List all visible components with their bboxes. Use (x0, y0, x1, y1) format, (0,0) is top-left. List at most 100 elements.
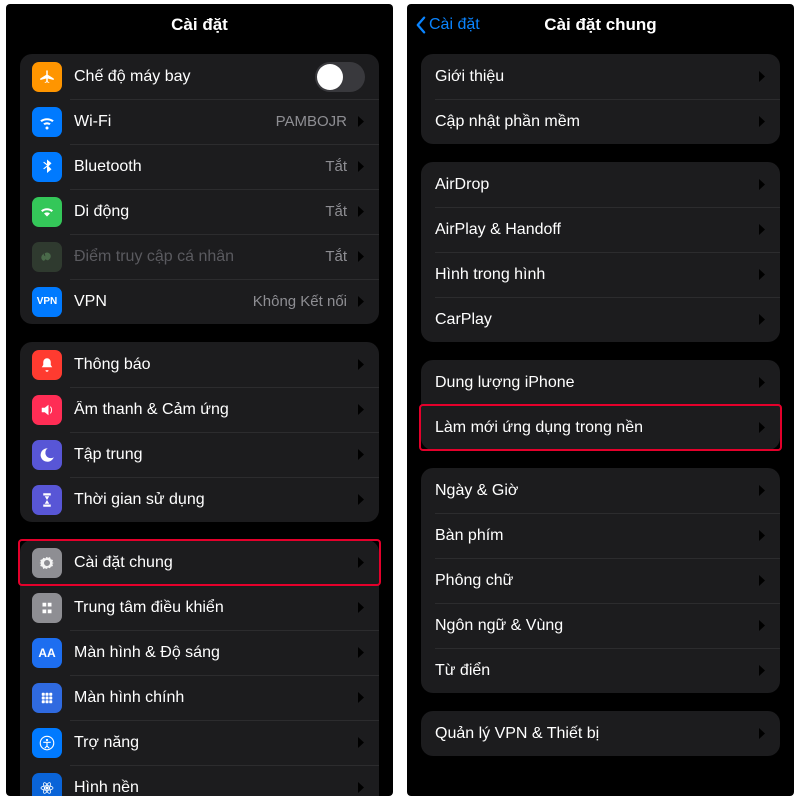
row-value: PAMBOJR (276, 113, 347, 130)
row-pip[interactable]: Hình trong hình (421, 252, 780, 297)
notifications-icon (32, 350, 62, 380)
row-storage[interactable]: Dung lượng iPhone (421, 360, 780, 405)
chevron-right-icon (357, 556, 365, 569)
row-label: Âm thanh & Cảm ứng (74, 401, 347, 419)
vpn-icon: VPN (32, 287, 62, 317)
row-label: Di động (74, 203, 319, 221)
page-title: Cài đặt (171, 15, 228, 35)
chevron-right-icon (758, 70, 766, 83)
chevron-right-icon (357, 160, 365, 173)
row-control-center[interactable]: Trung tâm điều khiển (20, 585, 379, 630)
screentime-icon (32, 485, 62, 515)
chevron-right-icon (758, 115, 766, 128)
focus-icon (32, 440, 62, 470)
chevron-right-icon (758, 223, 766, 236)
row-label: Tập trung (74, 446, 347, 464)
chevron-right-icon (357, 493, 365, 506)
page-title: Cài đặt chung (544, 15, 656, 35)
chevron-right-icon (357, 250, 365, 263)
row-label: Ngày & Giờ (435, 482, 748, 500)
chevron-right-icon (357, 448, 365, 461)
general-screen: Cài đặt Cài đặt chung Giới thiệu Cập nhậ… (407, 4, 794, 796)
row-label: Điểm truy cập cá nhân (74, 248, 319, 266)
settings-list[interactable]: Chế độ máy bay Wi-Fi PAMBOJR Bluetooth T… (6, 46, 393, 796)
row-label: Wi-Fi (74, 113, 270, 131)
nav-bar: Cài đặt Cài đặt chung (407, 4, 794, 46)
row-value: Tắt (325, 203, 347, 220)
general-list[interactable]: Giới thiệu Cập nhật phần mềm AirDrop Air… (407, 46, 794, 796)
row-label: Phông chữ (435, 572, 748, 590)
row-wallpaper[interactable]: Hình nền (20, 765, 379, 796)
wallpaper-icon (32, 773, 62, 797)
row-label: AirDrop (435, 176, 748, 194)
chevron-right-icon (758, 727, 766, 740)
chevron-right-icon (357, 736, 365, 749)
row-focus[interactable]: Tập trung (20, 432, 379, 477)
row-display[interactable]: AA Màn hình & Độ sáng (20, 630, 379, 675)
row-label: Hình nền (74, 779, 347, 797)
gear-icon (32, 548, 62, 578)
row-hotspot[interactable]: Điểm truy cập cá nhân Tắt (20, 234, 379, 279)
cellular-icon (32, 197, 62, 227)
chevron-right-icon (357, 781, 365, 794)
row-label: Cài đặt chung (74, 554, 347, 572)
locale-group: Ngày & Giờ Bàn phím Phông chữ Ngôn ngữ &… (421, 468, 780, 693)
row-label: Bàn phím (435, 527, 748, 545)
row-notifications[interactable]: Thông báo (20, 342, 379, 387)
bluetooth-icon (32, 152, 62, 182)
row-vpn[interactable]: VPN VPN Không Kết nối (20, 279, 379, 324)
display-icon: AA (32, 638, 62, 668)
row-label: Quản lý VPN & Thiết bị (435, 725, 748, 743)
chevron-right-icon (357, 295, 365, 308)
row-fonts[interactable]: Phông chữ (421, 558, 780, 603)
row-airdrop[interactable]: AirDrop (421, 162, 780, 207)
chevron-right-icon (357, 205, 365, 218)
row-language[interactable]: Ngôn ngữ & Vùng (421, 603, 780, 648)
row-label: Ngôn ngữ & Vùng (435, 617, 748, 635)
row-dictionary[interactable]: Từ điển (421, 648, 780, 693)
row-keyboard[interactable]: Bàn phím (421, 513, 780, 558)
chevron-right-icon (758, 619, 766, 632)
connectivity-group: Chế độ máy bay Wi-Fi PAMBOJR Bluetooth T… (20, 54, 379, 324)
row-accessibility[interactable]: Trợ năng (20, 720, 379, 765)
row-label: Hình trong hình (435, 266, 748, 284)
chevron-right-icon (357, 358, 365, 371)
airplane-icon (32, 62, 62, 92)
row-value: Tắt (325, 248, 347, 265)
row-datetime[interactable]: Ngày & Giờ (421, 468, 780, 513)
back-label: Cài đặt (429, 16, 480, 34)
nav-bar: Cài đặt (6, 4, 393, 46)
row-label: Trợ năng (74, 734, 347, 752)
row-bluetooth[interactable]: Bluetooth Tắt (20, 144, 379, 189)
row-general[interactable]: Cài đặt chung (20, 540, 379, 585)
row-label: Trung tâm điều khiển (74, 599, 347, 617)
row-label: Giới thiệu (435, 68, 748, 86)
accessibility-icon (32, 728, 62, 758)
row-homescreen[interactable]: Màn hình chính (20, 675, 379, 720)
row-label: AirPlay & Handoff (435, 221, 748, 239)
chevron-right-icon (758, 421, 766, 434)
row-label: Bluetooth (74, 158, 319, 176)
row-airplane-mode[interactable]: Chế độ máy bay (20, 54, 379, 99)
row-label: Làm mới ứng dụng trong nền (435, 419, 748, 437)
row-carplay[interactable]: CarPlay (421, 297, 780, 342)
row-label: Màn hình & Độ sáng (74, 644, 347, 662)
row-airplay[interactable]: AirPlay & Handoff (421, 207, 780, 252)
row-background-refresh[interactable]: Làm mới ứng dụng trong nền (421, 405, 780, 450)
row-about[interactable]: Giới thiệu (421, 54, 780, 99)
back-button[interactable]: Cài đặt (415, 16, 480, 34)
sounds-icon (32, 395, 62, 425)
row-screentime[interactable]: Thời gian sử dụng (20, 477, 379, 522)
row-wifi[interactable]: Wi-Fi PAMBOJR (20, 99, 379, 144)
row-cellular[interactable]: Di động Tắt (20, 189, 379, 234)
chevron-right-icon (357, 646, 365, 659)
home-screen-icon (32, 683, 62, 713)
row-software-update[interactable]: Cập nhật phần mềm (421, 99, 780, 144)
row-label: Cập nhật phần mềm (435, 113, 748, 131)
airplane-toggle[interactable] (315, 62, 365, 92)
row-sounds[interactable]: Âm thanh & Cảm ứng (20, 387, 379, 432)
chevron-left-icon (415, 16, 426, 34)
storage-group: Dung lượng iPhone Làm mới ứng dụng trong… (421, 360, 780, 450)
row-vpn-devices[interactable]: Quản lý VPN & Thiết bị (421, 711, 780, 756)
wifi-icon (32, 107, 62, 137)
